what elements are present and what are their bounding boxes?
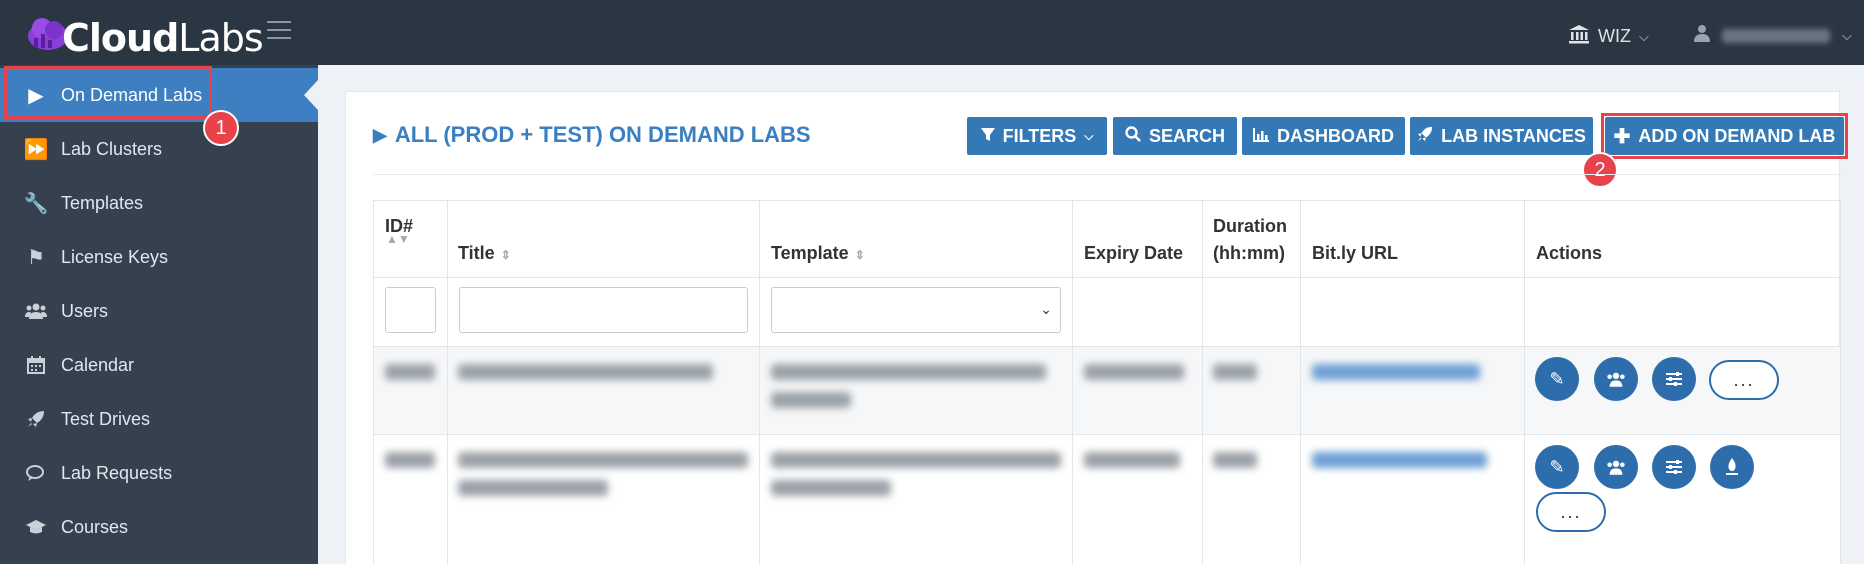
header-template-label: Template	[771, 243, 849, 263]
logo-text: CloudLabs	[62, 16, 264, 60]
sidebar-item-label: Lab Requests	[61, 462, 173, 483]
header-duration-unit: (hh:mm)	[1213, 243, 1285, 263]
cell-id-redacted	[385, 364, 435, 380]
header-bitly-url: Bit.ly URL	[1312, 243, 1399, 263]
step-badge-2: 2	[1582, 152, 1618, 188]
chevron-down-icon: ⌄	[1040, 301, 1052, 317]
filters-button[interactable]: FILTERS ⌵	[967, 117, 1107, 155]
sliders-icon[interactable]	[1652, 445, 1696, 489]
highlight-box-1	[4, 66, 212, 119]
rocket-icon	[1417, 126, 1433, 147]
cell-bitly-redacted[interactable]	[1312, 364, 1480, 380]
header-title-label: Title	[458, 243, 495, 263]
header-duration: Duration	[1213, 216, 1287, 236]
user-menu[interactable]: ⌵	[1694, 24, 1852, 47]
more-actions-button[interactable]: ...	[1709, 360, 1779, 400]
cell-title-redacted	[458, 480, 608, 496]
header-template[interactable]: Template ⇕	[771, 243, 865, 264]
users-icon[interactable]	[1594, 357, 1638, 401]
header-title[interactable]: Title ⇕	[458, 243, 511, 264]
rocket-icon	[24, 410, 48, 428]
bank-icon	[1568, 24, 1590, 49]
graduation-cap-icon	[24, 519, 48, 535]
sidebar-item-test-drives[interactable]: Test Drives	[0, 392, 318, 446]
sidebar-item-label: License Keys	[61, 246, 169, 267]
sidebar-item-label: Test Drives	[61, 408, 151, 429]
bar-chart-icon	[1253, 126, 1269, 147]
menu-toggle-icon[interactable]	[267, 21, 291, 45]
users-icon[interactable]	[1594, 445, 1638, 489]
dashboard-button[interactable]: DASHBOARD	[1242, 117, 1405, 155]
edit-icon[interactable]: ✎	[1535, 357, 1579, 401]
users-icon	[24, 303, 48, 319]
page-title-text: ALL (PROD + TEST) ON DEMAND LABS	[394, 122, 811, 147]
top-bar: CloudLabs WIZ ⌵ ⌵	[0, 0, 1864, 65]
user-name-redacted	[1722, 28, 1830, 43]
cell-title-redacted	[458, 364, 713, 380]
sliders-icon[interactable]	[1652, 357, 1696, 401]
cell-template-redacted	[771, 480, 891, 496]
cloudlabs-logo[interactable]: CloudLabs	[26, 10, 264, 60]
sidebar-item-lab-clusters[interactable]: ⏩ Lab Clusters	[0, 122, 318, 176]
user-icon	[1694, 24, 1710, 47]
wrench-icon: 🔧	[23, 192, 49, 215]
deploy-icon[interactable]	[1710, 445, 1754, 489]
header-actions: Actions	[1536, 243, 1603, 263]
sidebar-item-label: Courses	[61, 516, 129, 537]
title-filter-input[interactable]	[459, 287, 748, 333]
divider	[373, 174, 1841, 175]
search-button[interactable]: SEARCH	[1113, 117, 1237, 155]
page-title: ▶ ALL (PROD + TEST) ON DEMAND LABS	[373, 122, 811, 148]
more-actions-button[interactable]: ...	[1536, 492, 1606, 532]
cell-expiry-redacted	[1084, 364, 1184, 380]
sidebar-item-label: Users	[61, 300, 109, 321]
highlight-box-2	[1601, 113, 1848, 159]
sidebar-item-calendar[interactable]: Calendar	[0, 338, 318, 392]
id-filter-input[interactable]	[385, 287, 436, 333]
chat-icon	[24, 464, 48, 482]
sidebar-item-users[interactable]: Users	[0, 284, 318, 338]
chevron-down-icon: ⌵	[1084, 128, 1094, 143]
org-selector[interactable]: WIZ ⌵	[1568, 24, 1649, 49]
org-label: WIZ	[1598, 26, 1631, 46]
fast-forward-icon: ⏩	[23, 138, 49, 161]
cell-id-redacted	[385, 452, 435, 468]
calendar-icon	[24, 356, 48, 374]
template-filter-select[interactable]: ⌄	[771, 287, 1061, 333]
sidebar-item-license-keys[interactable]: ⚑ License Keys	[0, 230, 318, 284]
tag-icon: ⚑	[27, 246, 45, 269]
dashboard-label: DASHBOARD	[1277, 125, 1394, 146]
cell-title-redacted	[458, 452, 748, 468]
lab-instances-label: LAB INSTANCES	[1441, 125, 1586, 146]
cell-duration-redacted	[1213, 364, 1257, 380]
sidebar-item-lab-requests[interactable]: Lab Requests	[0, 446, 318, 500]
lab-instances-button[interactable]: LAB INSTANCES	[1410, 117, 1593, 155]
chevron-down-icon: ⌵	[1842, 27, 1852, 43]
search-icon	[1125, 125, 1141, 147]
chevron-down-icon: ⌵	[1639, 28, 1649, 44]
filters-label: FILTERS	[1002, 125, 1077, 146]
sidebar-item-label: Templates	[61, 192, 144, 213]
play-icon: ▶	[373, 124, 387, 145]
cell-template-redacted	[771, 392, 851, 408]
step-badge-1: 1	[203, 110, 239, 146]
sidebar-item-label: Calendar	[61, 354, 135, 375]
filter-icon	[980, 126, 995, 147]
sort-icon[interactable]: ▲▼	[386, 232, 410, 246]
sidebar-item-label: Lab Clusters	[61, 138, 163, 159]
sidebar-item-templates[interactable]: 🔧 Templates	[0, 176, 318, 230]
header-expiry-date: Expiry Date	[1084, 243, 1184, 263]
cell-duration-redacted	[1213, 452, 1257, 468]
cell-template-redacted	[771, 452, 1061, 468]
edit-icon[interactable]: ✎	[1535, 445, 1579, 489]
cell-bitly-redacted[interactable]	[1312, 452, 1487, 468]
cell-template-redacted	[771, 364, 1046, 380]
sort-icon: ⇕	[854, 248, 865, 262]
cell-expiry-redacted	[1084, 452, 1180, 468]
active-indicator	[304, 80, 318, 110]
search-label: SEARCH	[1148, 125, 1225, 146]
sort-icon: ⇕	[500, 248, 511, 262]
sidebar-item-courses[interactable]: Courses	[0, 500, 318, 554]
